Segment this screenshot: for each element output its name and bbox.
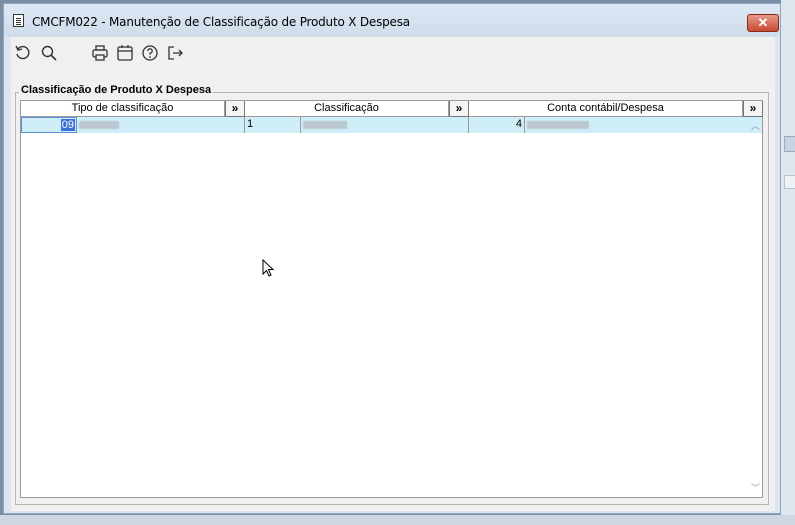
client-area: Classificação de Produto X Despesa Tipo … — [11, 37, 775, 511]
row-cell-conta-desc — [525, 117, 763, 133]
selected-value: 09 — [60, 119, 75, 131]
taskbar-sliver — [0, 515, 795, 525]
title-bar[interactable]: CMCFM022 - Manutenção de Classificação d… — [4, 4, 780, 37]
exit-icon — [168, 46, 183, 60]
background-tab — [784, 175, 795, 189]
row-cell-classificacao-code: 1 — [245, 117, 301, 133]
column-header-classificacao[interactable]: Classificação — [245, 101, 449, 117]
refresh-icon — [15, 45, 30, 60]
calendar-icon — [117, 45, 133, 61]
row-cell-tipo-code[interactable]: 09 — [21, 117, 77, 133]
row-cell-tipo-desc — [77, 117, 245, 133]
table-row[interactable]: 09 1 4 — [21, 117, 762, 133]
row-cell-classificacao-desc — [301, 117, 469, 133]
help-button[interactable] — [141, 44, 161, 62]
refresh-button[interactable] — [14, 44, 34, 62]
close-button[interactable]: ✕ — [747, 14, 779, 32]
help-icon — [142, 45, 158, 61]
mouse-cursor-icon — [262, 259, 275, 277]
main-window: CMCFM022 - Manutenção de Classificação d… — [3, 3, 781, 514]
expand-button-classificacao[interactable]: » — [449, 101, 469, 117]
scroll-down-icon[interactable]: ﹀ — [751, 481, 760, 494]
scroll-up-icon[interactable]: ︿ — [751, 119, 760, 132]
window-title: CMCFM022 - Manutenção de Classificação d… — [32, 15, 410, 29]
data-grid[interactable]: Tipo de classificação » Classificação » … — [20, 100, 763, 498]
toolbar — [11, 37, 775, 67]
vertical-scrollbar[interactable]: ︿ ﹀ — [748, 117, 762, 497]
column-header-conta[interactable]: Conta contábil/Despesa — [469, 101, 743, 117]
search-icon — [41, 45, 57, 61]
expand-button-tipo[interactable]: » — [225, 101, 245, 117]
background-window — [781, 0, 795, 525]
expand-button-conta[interactable]: » — [743, 101, 763, 117]
group-title: Classificação de Produto X Despesa — [19, 84, 214, 96]
column-header-tipo[interactable]: Tipo de classificação — [21, 101, 225, 117]
search-button[interactable] — [40, 44, 60, 62]
print-icon — [92, 45, 108, 61]
print-button[interactable] — [91, 44, 111, 62]
background-tab — [784, 136, 795, 152]
row-cell-conta-code: 4 — [469, 117, 525, 133]
document-icon — [13, 14, 24, 27]
calendar-button[interactable] — [116, 44, 136, 62]
exit-button[interactable] — [166, 44, 186, 62]
